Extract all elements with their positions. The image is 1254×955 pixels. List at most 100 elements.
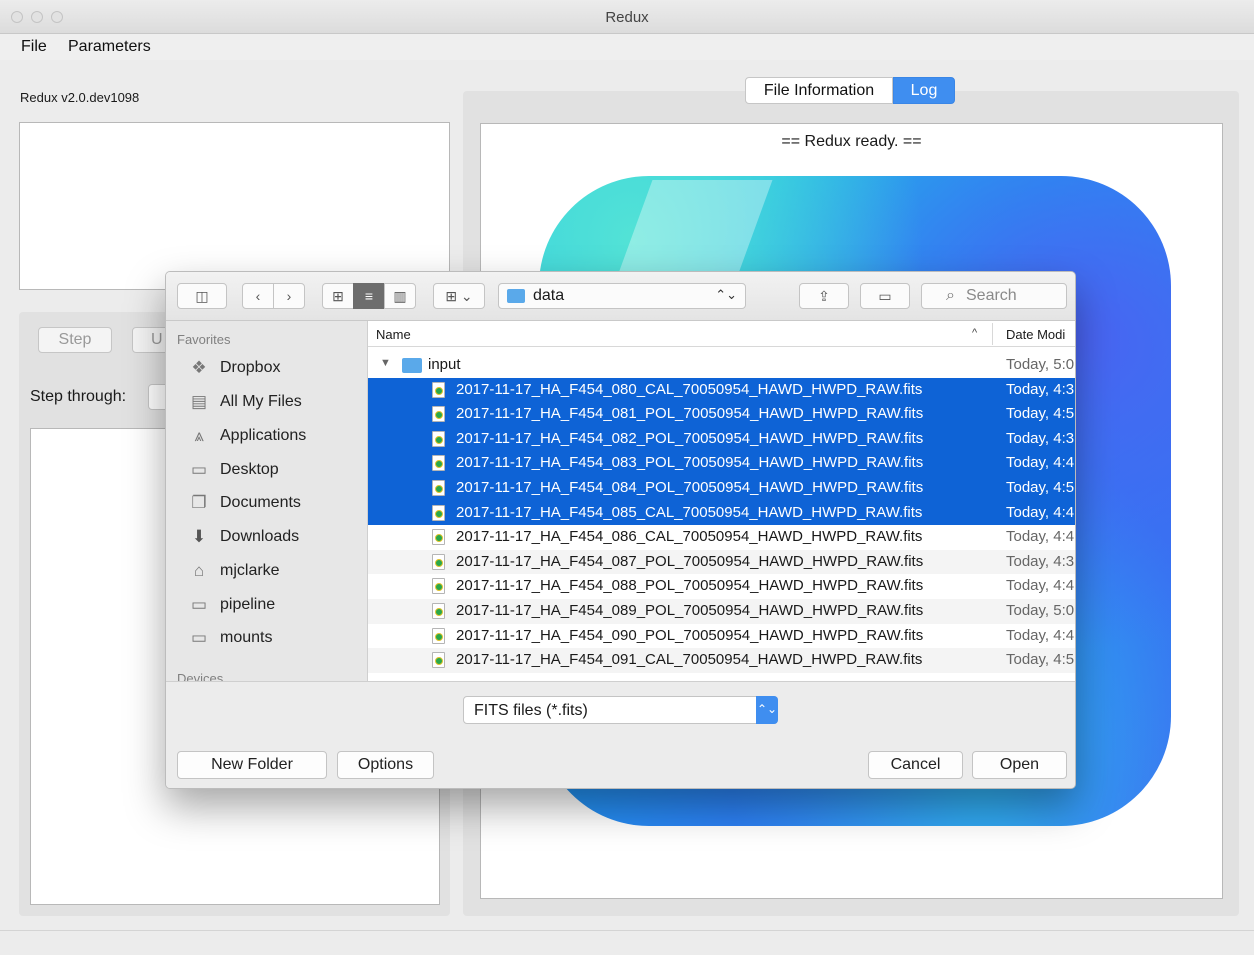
sidebar-item-label: mjclarke — [220, 562, 280, 579]
dialog-footer: FITS files (*.fits) ⌃⌄ New Folder Option… — [166, 681, 1075, 788]
tag-icon: ▭ — [878, 288, 892, 304]
file-date: Today, 4:4 — [1006, 503, 1075, 521]
dialog-toolbar: ◫ ‹ › ⊞ ≡ ▥ ⊞ ⌄ data ⌃⌄ ⇪ ▭ ⌕ Search — [166, 272, 1075, 321]
file-name: 2017-11-17_HA_F454_082_POL_70050954_HAWD… — [456, 429, 924, 447]
title-bar: Redux — [0, 0, 1254, 34]
step-button[interactable]: Step — [38, 327, 112, 353]
file-row[interactable]: 2017-11-17_HA_F454_082_POL_70050954_HAWD… — [368, 426, 1075, 452]
list-view-button[interactable]: ≡ — [353, 283, 385, 309]
file-row[interactable]: 2017-11-17_HA_F454_091_CAL_70050954_HAWD… — [368, 648, 1075, 673]
search-icon: ⌕ — [946, 287, 955, 304]
open-file-dialog: ◫ ‹ › ⊞ ≡ ▥ ⊞ ⌄ data ⌃⌄ ⇪ ▭ ⌕ Search Fav… — [165, 271, 1076, 789]
dropbox-icon: ❖ — [191, 358, 207, 377]
status-bar — [0, 930, 1254, 955]
info-text-area[interactable] — [19, 122, 450, 290]
file-row[interactable]: 2017-11-17_HA_F454_088_POL_70050954_HAWD… — [368, 574, 1075, 599]
fits-file-icon — [432, 603, 445, 619]
file-list[interactable]: Name ^ Date Modi ▼ input Today, 5:0 2017… — [368, 321, 1075, 681]
file-row[interactable]: 2017-11-17_HA_F454_084_POL_70050954_HAWD… — [368, 476, 1075, 501]
file-row[interactable]: 2017-11-17_HA_F454_089_POL_70050954_HAWD… — [368, 599, 1075, 624]
column-date-modified[interactable]: Date Modi — [1006, 327, 1065, 342]
menu-parameters[interactable]: Parameters — [68, 38, 151, 56]
file-name: 2017-11-17_HA_F454_083_POL_70050954_HAWD… — [456, 454, 924, 472]
file-date: Today, 4:4 — [1006, 528, 1075, 546]
column-view-button[interactable]: ▥ — [384, 283, 416, 309]
documents-icon: ❐ — [191, 493, 207, 512]
file-name: 2017-11-17_HA_F454_080_CAL_70050954_HAWD… — [456, 380, 923, 398]
sidebar-toggle-icon: ◫ — [195, 288, 209, 304]
folder-row-input[interactable]: ▼ input Today, 5:0 — [368, 353, 1075, 378]
fits-file-icon — [432, 406, 445, 423]
new-folder-button[interactable]: New Folder — [177, 751, 327, 779]
file-row[interactable]: 2017-11-17_HA_F454_080_CAL_70050954_HAWD… — [368, 377, 1075, 403]
log-text: == Redux ready. == — [781, 133, 922, 150]
folder-icon — [507, 289, 525, 303]
file-name: 2017-11-17_HA_F454_091_CAL_70050954_HAWD… — [456, 651, 923, 669]
fits-file-icon — [432, 627, 445, 644]
menu-file[interactable]: File — [21, 38, 47, 56]
file-date: Today, 4:5 — [1006, 405, 1075, 423]
sidebar-item-label: mounts — [220, 629, 273, 646]
sidebar-toggle-button[interactable]: ◫ — [177, 283, 227, 309]
file-name: 2017-11-17_HA_F454_085_CAL_70050954_HAWD… — [456, 503, 923, 521]
cancel-button[interactable]: Cancel — [868, 751, 963, 779]
file-date: Today, 4:5 — [1006, 479, 1075, 496]
file-type-filter[interactable]: FITS files (*.fits) ⌃⌄ — [463, 696, 778, 724]
fits-file-icon — [432, 504, 445, 521]
arrange-button[interactable]: ⊞ ⌄ — [433, 283, 485, 309]
sidebar-item-label: All My Files — [220, 393, 302, 410]
chevron-right-icon: › — [286, 288, 292, 304]
file-row[interactable]: 2017-11-17_HA_F454_081_POL_70050954_HAWD… — [368, 402, 1075, 427]
devices-header: Devices — [177, 671, 224, 681]
favorites-header: Favorites — [177, 332, 231, 347]
sidebar-item-label: Dropbox — [220, 359, 281, 376]
column-divider[interactable] — [992, 323, 993, 345]
open-button[interactable]: Open — [972, 751, 1067, 779]
file-row[interactable]: 2017-11-17_HA_F454_087_POL_70050954_HAWD… — [368, 549, 1075, 575]
fits-file-icon — [432, 578, 445, 595]
tag-button[interactable]: ▭ — [860, 283, 910, 309]
tab-file-information[interactable]: File Information — [745, 77, 893, 104]
tab-log[interactable]: Log — [893, 77, 955, 104]
column-name[interactable]: Name — [376, 327, 411, 342]
location-popup[interactable]: data ⌃⌄ — [498, 283, 746, 309]
file-row[interactable]: 2017-11-17_HA_F454_086_CAL_70050954_HAWD… — [368, 525, 1075, 550]
search-placeholder: Search — [966, 287, 1017, 304]
file-date: Today, 5:0 — [1006, 602, 1075, 619]
sidebar-item-label: Documents — [220, 494, 301, 511]
back-button[interactable]: ‹ — [242, 283, 274, 309]
file-row[interactable]: 2017-11-17_HA_F454_085_CAL_70050954_HAWD… — [368, 500, 1075, 526]
disclosure-triangle-icon[interactable]: ▼ — [380, 357, 391, 369]
applications-icon: ⩓ — [194, 426, 204, 445]
options-button[interactable]: Options — [337, 751, 434, 779]
file-type-label: FITS files (*.fits) — [474, 702, 588, 719]
file-date: Today, 4:4 — [1006, 454, 1075, 472]
fits-file-icon — [432, 480, 445, 496]
file-date: Today, 4:4 — [1006, 626, 1075, 644]
column-header: Name ^ Date Modi — [368, 321, 1075, 347]
file-date: Today, 4:3 — [1006, 552, 1075, 570]
forward-button[interactable]: › — [273, 283, 305, 309]
file-date: Today, 4:5 — [1006, 651, 1075, 669]
file-row[interactable]: 2017-11-17_HA_F454_090_POL_70050954_HAWD… — [368, 624, 1075, 649]
share-button[interactable]: ⇪ — [799, 283, 849, 309]
file-row[interactable]: 2017-11-17_HA_F454_083_POL_70050954_HAWD… — [368, 451, 1075, 476]
file-name: 2017-11-17_HA_F454_081_POL_70050954_HAWD… — [456, 405, 924, 423]
sidebar-item-label: Downloads — [220, 528, 300, 545]
folder-name: input — [428, 356, 461, 373]
all-files-icon: ▤ — [190, 392, 208, 411]
sidebar-item-label: pipeline — [220, 596, 276, 613]
fits-file-icon — [432, 381, 445, 398]
window-title: Redux — [605, 9, 649, 26]
share-icon: ⇪ — [818, 288, 830, 304]
step-through-label: Step through: — [30, 388, 127, 405]
column-view-icon: ▥ — [393, 288, 407, 304]
home-icon: ⌂ — [193, 561, 205, 580]
version-label: Redux v2.0.dev1098 — [20, 90, 140, 105]
folder-icon: ▭ — [190, 628, 208, 647]
popup-arrows-icon: ⌃⌄ — [756, 696, 778, 724]
location-label: data — [533, 287, 565, 304]
icon-view-button[interactable]: ⊞ — [322, 283, 354, 309]
search-input[interactable]: ⌕ Search — [921, 283, 1067, 309]
fits-file-icon — [432, 529, 445, 546]
